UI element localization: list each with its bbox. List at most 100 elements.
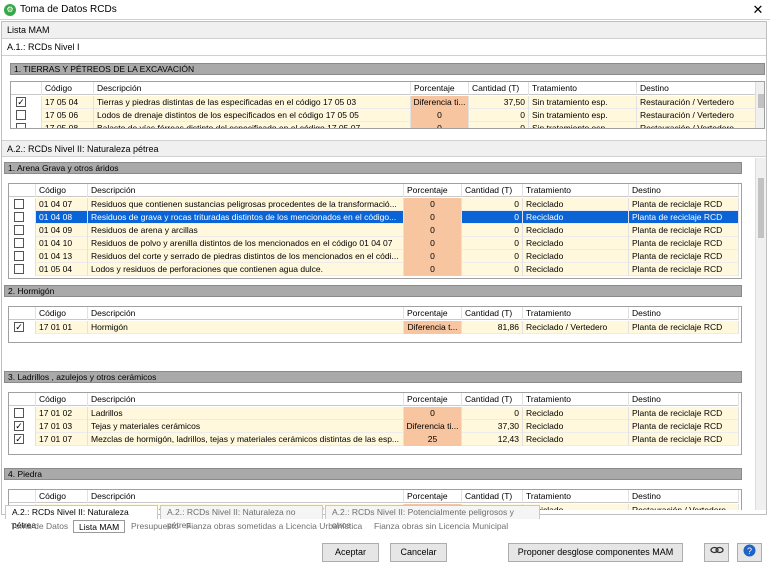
column-header-tratamiento[interactable]: Tratamiento [523, 307, 629, 320]
group-grid: Código Descripción Porcentaje Cantidad (T) T… [8, 183, 742, 279]
table-row[interactable]: ✓ 17 05 04 Tierras y piedras distintas de … [11, 96, 756, 109]
table-row[interactable]: ✓ 17 01 03 Tejas y materiales cerámicos Dif… [9, 420, 739, 433]
cell-tratamiento: Reciclado [523, 224, 629, 237]
cell-porcentaje[interactable]: 0 [404, 198, 462, 211]
cell-porcentaje[interactable]: Diferencia ti... [411, 96, 469, 109]
bottom-tab-1[interactable]: Toma de Datos [6, 520, 73, 533]
cell-porcentaje[interactable]: 0 [404, 263, 462, 276]
table-row[interactable]: 01 04 09 Residuos de arena y arcillas 0 0 Re… [9, 224, 739, 237]
bottom-tab-4[interactable]: Fianza obras sometidas a Licencia Urbaní… [181, 520, 367, 533]
column-header-destino[interactable]: Destino [629, 184, 739, 197]
cell-porcentaje[interactable]: 0 [404, 224, 462, 237]
link-icon[interactable] [704, 543, 729, 562]
cell-tratamiento: Sin tratamiento esp. [529, 109, 637, 122]
table-row[interactable]: 01 05 04 Lodos y residuos de perforacione… [9, 263, 739, 276]
column-header-tratamiento[interactable]: Tratamiento [523, 184, 629, 197]
column-header-codigo[interactable]: Código [36, 184, 88, 197]
column-header-descripcion[interactable]: Descripción [88, 393, 404, 406]
cell-destino: Restauración / Vertedero [637, 96, 756, 109]
subtab-1[interactable]: A.2.: RCDs Nivel II: Naturaleza pétrea [5, 505, 158, 530]
row-checkbox[interactable] [14, 251, 24, 261]
table-row[interactable]: ✓ 17 01 01 Hormigón Diferencia t... 81,86 Rec… [9, 321, 739, 334]
table-row[interactable]: 17 05 08 Balasto de vías férreas distinto… [11, 122, 756, 128]
column-header-codigo[interactable]: Código [36, 307, 88, 320]
row-checkbox[interactable]: ✓ [14, 421, 24, 431]
table-row[interactable]: 17 01 02 Ladrillos 0 0 Reciclado Planta de re… [9, 407, 739, 420]
column-header-descripcion[interactable]: Descripción [94, 82, 411, 95]
column-header-porcentaje[interactable]: Porcentaje [411, 82, 469, 95]
row-checkbox[interactable]: ✓ [14, 434, 24, 444]
cell-porcentaje[interactable]: 0 [411, 109, 469, 122]
cell-porcentaje[interactable]: 0 [404, 237, 462, 250]
table-row[interactable]: 01 04 13 Residuos del corte y serrado de … [9, 250, 739, 263]
row-checkbox[interactable] [16, 123, 26, 128]
column-header-porcentaje[interactable]: Porcentaje [404, 393, 462, 406]
cell-porcentaje[interactable]: 25 [404, 433, 462, 446]
column-header-porcentaje[interactable]: Porcentaje [404, 184, 462, 197]
column-header-cantidad[interactable]: Cantidad (T) [462, 393, 523, 406]
row-checkbox[interactable]: ✓ [14, 322, 24, 332]
close-button[interactable]: ✕ [748, 1, 768, 19]
column-header-cantidad[interactable]: Cantidad (T) [462, 307, 523, 320]
subtab-2[interactable]: A.2.: RCDs Nivel II: Naturaleza no pétre… [160, 505, 323, 530]
column-header-porcentaje[interactable]: Porcentaje [404, 307, 462, 320]
table-row[interactable]: 01 04 07 Residuos que contienen sustancia… [9, 198, 739, 211]
cell-destino: Planta de reciclaje RCD [629, 211, 739, 224]
row-checkbox[interactable] [14, 212, 24, 222]
column-header-porcentaje[interactable]: Porcentaje [404, 490, 462, 503]
column-header-destino[interactable]: Destino [629, 307, 739, 320]
column-header-codigo[interactable]: Código [42, 82, 94, 95]
bottom-tab-5[interactable]: Fianza obras sin Licencia Municipal [369, 520, 513, 533]
column-header-destino[interactable]: Destino [629, 490, 739, 503]
cancelar-button[interactable]: Cancelar [390, 543, 447, 562]
column-header-cantidad[interactable]: Cantidad (T) [462, 490, 523, 503]
cell-destino: Restauración / Vertedero [637, 109, 756, 122]
help-icon[interactable]: ? [737, 543, 762, 562]
level2-scrollbar[interactable] [755, 158, 766, 510]
column-header-destino[interactable]: Destino [629, 393, 739, 406]
column-header-descripcion[interactable]: Descripción [88, 307, 404, 320]
column-header-tratamiento[interactable]: Tratamiento [523, 393, 629, 406]
row-checkbox[interactable] [14, 225, 24, 235]
row-checkbox[interactable]: ✓ [16, 97, 26, 107]
column-header-tratamiento[interactable]: Tratamiento [523, 490, 629, 503]
cell-porcentaje[interactable]: 0 [404, 211, 462, 224]
row-checkbox[interactable] [14, 199, 24, 209]
subtab-3[interactable]: A.2.: RCDs Nivel II: Potencialmente peli… [325, 505, 540, 530]
column-header-destino[interactable]: Destino [637, 82, 756, 95]
level2-label: A.2.: RCDs Nivel II: Naturaleza pétrea [2, 140, 766, 157]
check-cell: ✓ [9, 433, 36, 446]
table-row[interactable]: 01 04 10 Residuos de polvo y arenilla dis… [9, 237, 739, 250]
cell-porcentaje[interactable]: Diferencia t... [404, 321, 462, 334]
bottom-tab-2[interactable]: Lista MAM [73, 520, 126, 533]
check-cell: ✓ [9, 420, 36, 433]
cell-porcentaje[interactable]: 0 [404, 407, 462, 420]
cell-destino: Planta de reciclaje RCD [629, 198, 739, 211]
row-checkbox[interactable] [16, 110, 26, 120]
cell-porcentaje[interactable]: 0 [411, 122, 469, 128]
row-checkbox[interactable] [14, 238, 24, 248]
row-checkbox[interactable] [14, 264, 24, 274]
cell-codigo: 17 01 01 [36, 321, 88, 334]
table-row[interactable]: 01 04 08 Residuos de grava y rocas tritur… [9, 211, 739, 224]
column-header-cantidad[interactable]: Cantidad (T) [469, 82, 529, 95]
table-row[interactable]: ✓ 17 01 07 Mezclas de hormigón, ladrillos,… [9, 433, 739, 446]
group-grid: Código Descripción Porcentaje Cantidad (T) T… [8, 306, 742, 343]
column-header-codigo[interactable]: Código [36, 490, 88, 503]
column-header-tratamiento[interactable]: Tratamiento [529, 82, 637, 95]
check-cell [9, 263, 36, 276]
cell-porcentaje[interactable]: 0 [404, 250, 462, 263]
column-header-descripcion[interactable]: Descripción [88, 184, 404, 197]
column-header-cantidad[interactable]: Cantidad (T) [462, 184, 523, 197]
cell-porcentaje[interactable]: Diferencia ti... [404, 420, 462, 433]
column-header-codigo[interactable]: Código [36, 393, 88, 406]
cell-codigo: 01 05 04 [36, 263, 88, 276]
cell-tratamiento: Sin tratamiento esp. [529, 122, 637, 128]
row-checkbox[interactable] [14, 408, 24, 418]
proponer-desglose-button[interactable]: Proponer desglose componentes MAM [508, 543, 683, 562]
aceptar-button[interactable]: Aceptar [322, 543, 379, 562]
column-header-descripcion[interactable]: Descripción [88, 490, 404, 503]
bottom-tab-3[interactable]: Presupuesto [126, 520, 184, 533]
table-row[interactable]: 17 05 06 Lodos de drenaje distintos de lo… [11, 109, 756, 122]
level1-scrollbar[interactable] [755, 82, 764, 128]
